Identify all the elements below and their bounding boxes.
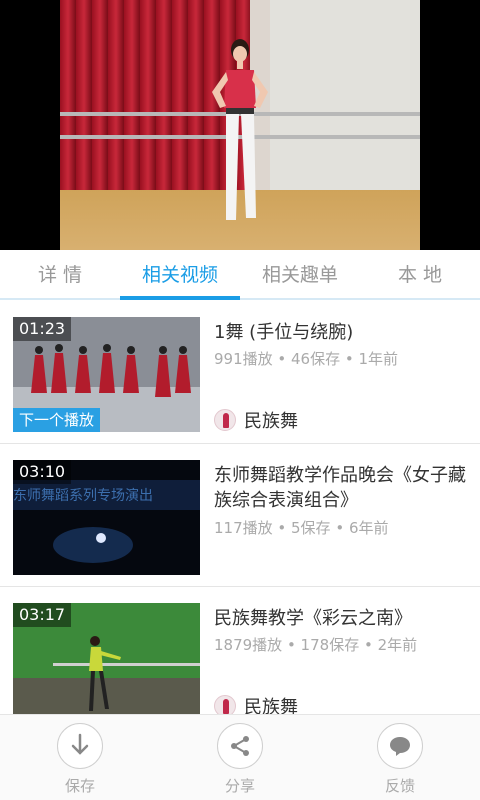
share-icon xyxy=(217,723,263,769)
video-meta: 991播放 • 46保存 • 1年前 xyxy=(214,350,399,368)
next-up-badge: 下一个播放 xyxy=(13,408,101,432)
tab-bar: 详 情 相关视频 相关趣单 本 地 xyxy=(0,250,480,300)
channel-link[interactable]: 民族舞 xyxy=(214,408,298,432)
list-item[interactable]: 01:23 下一个播放 1舞 (手位与绕腕) 991播放 • 46保存 • 1年… xyxy=(0,302,480,444)
video-thumbnail[interactable]: 01:23 下一个播放 xyxy=(13,317,200,432)
video-frame xyxy=(60,0,420,250)
save-button[interactable]: 保存 xyxy=(40,723,120,799)
related-video-list: 01:23 下一个播放 1舞 (手位与绕腕) 991播放 • 46保存 • 1年… xyxy=(0,302,480,714)
video-duration: 01:23 xyxy=(13,317,72,341)
channel-name: 民族舞 xyxy=(244,411,298,432)
video-title[interactable]: 民族舞教学《彩云之南》 xyxy=(214,606,476,631)
download-icon xyxy=(57,723,103,769)
video-title[interactable]: 东师舞蹈教学作品晚会《女子藏族综合表演组合》 xyxy=(214,463,476,513)
thumbnail-caption: 东师舞蹈系列专场演出 xyxy=(13,488,153,504)
video-duration: 03:10 xyxy=(13,460,72,484)
list-item[interactable]: 东师舞蹈系列专场演出 03:10 东师舞蹈教学作品晚会《女子藏族综合表演组合》 … xyxy=(0,445,480,587)
tab-related-lists[interactable]: 相关趣单 xyxy=(240,250,360,300)
list-item[interactable]: 03:17 民族舞教学《彩云之南》 1879播放 • 178保存 • 2年前 民… xyxy=(0,588,480,714)
video-thumbnail[interactable]: 东师舞蹈系列专场演出 03:10 xyxy=(13,460,200,575)
active-tab-indicator xyxy=(120,296,240,300)
feedback-label: 反馈 xyxy=(384,777,415,795)
video-player[interactable] xyxy=(0,0,480,250)
channel-link[interactable]: 民族舞 xyxy=(214,694,298,714)
bottom-action-bar: 保存 分享 反馈 xyxy=(0,714,480,800)
tab-details[interactable]: 详 情 xyxy=(0,250,120,300)
share-button[interactable]: 分享 xyxy=(200,723,280,799)
dancer-figure xyxy=(212,39,268,220)
feedback-icon xyxy=(377,723,423,769)
video-meta: 117播放 • 5保存 • 6年前 xyxy=(214,519,389,537)
tab-related-videos[interactable]: 相关视频 xyxy=(120,250,240,300)
video-thumbnail[interactable]: 03:17 xyxy=(13,603,200,714)
channel-avatar xyxy=(214,695,236,714)
studio-wall xyxy=(270,0,420,190)
tab-local[interactable]: 本 地 xyxy=(360,250,480,300)
channel-avatar xyxy=(214,409,236,431)
feedback-button[interactable]: 反馈 xyxy=(360,723,440,799)
video-meta: 1879播放 • 178保存 • 2年前 xyxy=(214,636,418,654)
channel-name: 民族舞 xyxy=(244,697,298,714)
video-title[interactable]: 1舞 (手位与绕腕) xyxy=(214,320,476,345)
video-duration: 03:17 xyxy=(13,603,72,627)
share-label: 分享 xyxy=(224,777,255,795)
save-label: 保存 xyxy=(64,777,95,795)
